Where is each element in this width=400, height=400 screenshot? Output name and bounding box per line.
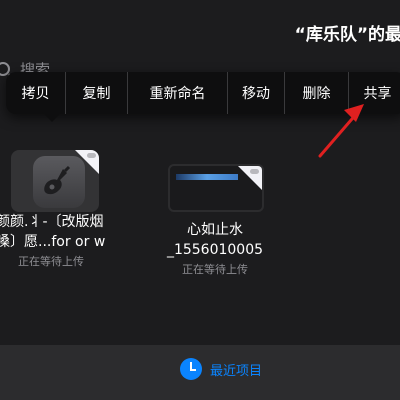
file-name-line2: 嗓〕愿...for or w bbox=[0, 234, 106, 250]
menu-item-copy[interactable]: 拷贝 bbox=[6, 72, 66, 114]
menu-item-rename[interactable]: 重新命名 bbox=[128, 72, 228, 114]
tab-bar: 最近项目 bbox=[0, 345, 400, 400]
file-name-line1: 颜颜.丬-〔改版烟 bbox=[0, 214, 104, 230]
file-thumbnail bbox=[11, 150, 99, 212]
document-thumbnail bbox=[176, 174, 238, 180]
cloud-icon bbox=[250, 169, 259, 174]
file-thumbnail bbox=[168, 164, 264, 212]
file-tile[interactable]: 心如止水 _1556010005 正在等待上传 bbox=[150, 150, 280, 278]
red-arrow-annotation bbox=[318, 104, 364, 158]
cloud-icon bbox=[87, 153, 96, 158]
file-status: 正在等待上传 bbox=[18, 255, 84, 268]
menu-pointer bbox=[42, 112, 62, 122]
header: “库乐队”的最 搜索 bbox=[0, 0, 400, 79]
page-title: “库乐队”的最 bbox=[294, 25, 400, 45]
tab-recents-label: 最近项目 bbox=[210, 363, 263, 379]
menu-item-duplicate[interactable]: 复制 bbox=[66, 72, 128, 114]
file-tile[interactable]: 颜颜.丬-〔改版烟 嗓〕愿...for or w 正在等待上传 bbox=[0, 150, 120, 270]
clock-icon bbox=[180, 358, 202, 380]
file-status: 正在等待上传 bbox=[182, 263, 248, 276]
menu-item-move[interactable]: 移动 bbox=[228, 72, 285, 114]
file-name-line1: 心如止水 bbox=[187, 222, 243, 238]
file-name-line2: _1556010005 bbox=[166, 242, 264, 258]
files-screen: “库乐队”的最 搜索 拷贝 复制 重新命名 移动 删除 共享 颜颜.丬-〔改版烟… bbox=[0, 0, 400, 400]
tab-recents[interactable]: 最近项目 bbox=[180, 358, 262, 380]
